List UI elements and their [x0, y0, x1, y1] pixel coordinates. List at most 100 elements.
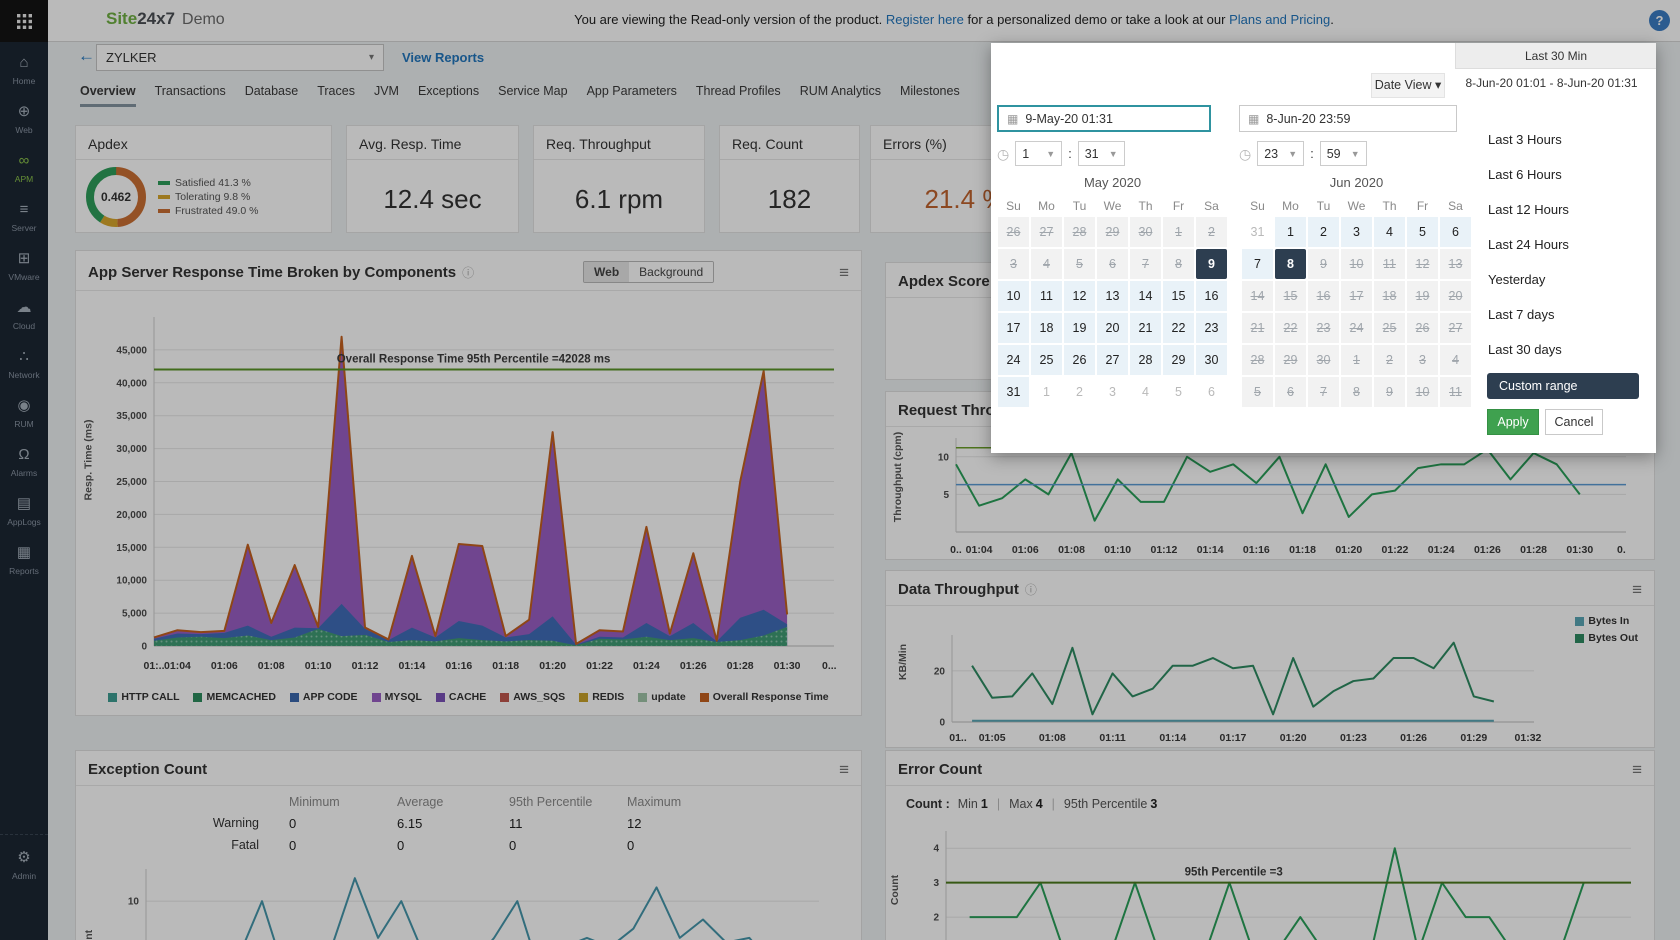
calendar-day[interactable]: 3: [1406, 344, 1439, 376]
calendar-day[interactable]: 28: [1063, 216, 1096, 248]
end-hour-select[interactable]: 23▼: [1257, 141, 1304, 166]
calendar-day[interactable]: 31: [1241, 216, 1274, 248]
calendar-day[interactable]: 27: [1030, 216, 1063, 248]
calendar-day[interactable]: 26: [1406, 312, 1439, 344]
quick-range-last-7-days[interactable]: Last 7 days: [1488, 304, 1650, 339]
date-view-dropdown[interactable]: Date View ▾: [1371, 73, 1445, 98]
calendar-day[interactable]: 23: [1307, 312, 1340, 344]
calendar-day[interactable]: 4: [1030, 248, 1063, 280]
calendar-day[interactable]: 31: [997, 376, 1030, 408]
calendar-day[interactable]: 6: [1439, 216, 1472, 248]
calendar-day[interactable]: 1: [1030, 376, 1063, 408]
calendar-day[interactable]: 27: [1096, 344, 1129, 376]
calendar-day[interactable]: 26: [997, 216, 1030, 248]
calendar-day[interactable]: 5: [1162, 376, 1195, 408]
calendar-day[interactable]: 20: [1439, 280, 1472, 312]
quick-range-last-6-hours[interactable]: Last 6 Hours: [1488, 164, 1650, 199]
calendar-day[interactable]: 17: [997, 312, 1030, 344]
calendar-day[interactable]: 8: [1340, 376, 1373, 408]
calendar-day[interactable]: 15: [1274, 280, 1307, 312]
calendar-day[interactable]: 13: [1096, 280, 1129, 312]
custom-range-option[interactable]: Custom range: [1487, 373, 1639, 399]
start-minute-select[interactable]: 31▼: [1078, 141, 1125, 166]
calendar-day[interactable]: 16: [1307, 280, 1340, 312]
calendar-day[interactable]: 30: [1307, 344, 1340, 376]
calendar-day[interactable]: 3: [997, 248, 1030, 280]
calendar-day[interactable]: 8: [1274, 248, 1307, 280]
calendar-day[interactable]: 11: [1030, 280, 1063, 312]
calendar-day[interactable]: 6: [1096, 248, 1129, 280]
calendar-day[interactable]: 2: [1307, 216, 1340, 248]
calendar-day[interactable]: 10: [997, 280, 1030, 312]
calendar-day[interactable]: 24: [1340, 312, 1373, 344]
calendar-day[interactable]: 6: [1274, 376, 1307, 408]
calendar-day[interactable]: 23: [1195, 312, 1228, 344]
calendar-day[interactable]: 18: [1373, 280, 1406, 312]
calendar-day[interactable]: 29: [1096, 216, 1129, 248]
quick-range-yesterday[interactable]: Yesterday: [1488, 269, 1650, 304]
calendar-day[interactable]: 4: [1439, 344, 1472, 376]
calendar-day[interactable]: 16: [1195, 280, 1228, 312]
quick-range-last-12-hours[interactable]: Last 12 Hours: [1488, 199, 1650, 234]
calendar-day[interactable]: 29: [1274, 344, 1307, 376]
calendar-day[interactable]: 6: [1195, 376, 1228, 408]
calendar-day[interactable]: 4: [1373, 216, 1406, 248]
calendar-day[interactable]: 11: [1439, 376, 1472, 408]
calendar-day[interactable]: 26: [1063, 344, 1096, 376]
calendar-day[interactable]: 29: [1162, 344, 1195, 376]
current-range-tab[interactable]: Last 30 Min: [1455, 43, 1656, 69]
quick-range-last-3-hours[interactable]: Last 3 Hours: [1488, 129, 1650, 164]
end-minute-select[interactable]: 59▼: [1320, 141, 1367, 166]
calendar-day[interactable]: 8: [1162, 248, 1195, 280]
calendar-day[interactable]: 10: [1340, 248, 1373, 280]
start-hour-select[interactable]: 1▼: [1015, 141, 1062, 166]
calendar-day[interactable]: 7: [1307, 376, 1340, 408]
calendar-day[interactable]: 14: [1241, 280, 1274, 312]
calendar-day[interactable]: 14: [1129, 280, 1162, 312]
calendar-day[interactable]: 3: [1096, 376, 1129, 408]
calendar-day[interactable]: 2: [1063, 376, 1096, 408]
calendar-day[interactable]: 11: [1373, 248, 1406, 280]
calendar-day[interactable]: 18: [1030, 312, 1063, 344]
calendar-day[interactable]: 22: [1162, 312, 1195, 344]
calendar-day[interactable]: 12: [1063, 280, 1096, 312]
calendar-day[interactable]: 2: [1195, 216, 1228, 248]
calendar-day[interactable]: 5: [1406, 216, 1439, 248]
calendar-day[interactable]: 21: [1129, 312, 1162, 344]
calendar-day[interactable]: 19: [1406, 280, 1439, 312]
quick-range-last-24-hours[interactable]: Last 24 Hours: [1488, 234, 1650, 269]
calendar-day[interactable]: 2: [1373, 344, 1406, 376]
calendar-day[interactable]: 20: [1096, 312, 1129, 344]
calendar-day[interactable]: 3: [1340, 216, 1373, 248]
calendar-day[interactable]: 5: [1063, 248, 1096, 280]
calendar-day[interactable]: 1: [1162, 216, 1195, 248]
calendar-day[interactable]: 13: [1439, 248, 1472, 280]
calendar-day[interactable]: 12: [1406, 248, 1439, 280]
cancel-button[interactable]: Cancel: [1545, 409, 1603, 435]
calendar-day[interactable]: 10: [1406, 376, 1439, 408]
calendar-day[interactable]: 30: [1129, 216, 1162, 248]
calendar-day[interactable]: 7: [1241, 248, 1274, 280]
calendar-day[interactable]: 1: [1274, 216, 1307, 248]
calendar-day[interactable]: 4: [1129, 376, 1162, 408]
apply-button[interactable]: Apply: [1487, 409, 1539, 435]
calendar-day[interactable]: 9: [1307, 248, 1340, 280]
calendar-day[interactable]: 15: [1162, 280, 1195, 312]
calendar-day[interactable]: 25: [1373, 312, 1406, 344]
calendar-day[interactable]: 9: [1195, 248, 1228, 280]
calendar-day[interactable]: 25: [1030, 344, 1063, 376]
calendar-day[interactable]: 7: [1129, 248, 1162, 280]
calendar-day[interactable]: 9: [1373, 376, 1406, 408]
end-date-input[interactable]: ▦ 8-Jun-20 23:59: [1239, 105, 1457, 132]
calendar-day[interactable]: 17: [1340, 280, 1373, 312]
calendar-day[interactable]: 27: [1439, 312, 1472, 344]
calendar-day[interactable]: 28: [1129, 344, 1162, 376]
calendar-day[interactable]: 1: [1340, 344, 1373, 376]
calendar-day[interactable]: 28: [1241, 344, 1274, 376]
calendar-day[interactable]: 22: [1274, 312, 1307, 344]
calendar-day[interactable]: 24: [997, 344, 1030, 376]
start-date-input[interactable]: ▦ 9-May-20 01:31: [997, 105, 1211, 132]
calendar-day[interactable]: 21: [1241, 312, 1274, 344]
calendar-day[interactable]: 19: [1063, 312, 1096, 344]
calendar-day[interactable]: 5: [1241, 376, 1274, 408]
